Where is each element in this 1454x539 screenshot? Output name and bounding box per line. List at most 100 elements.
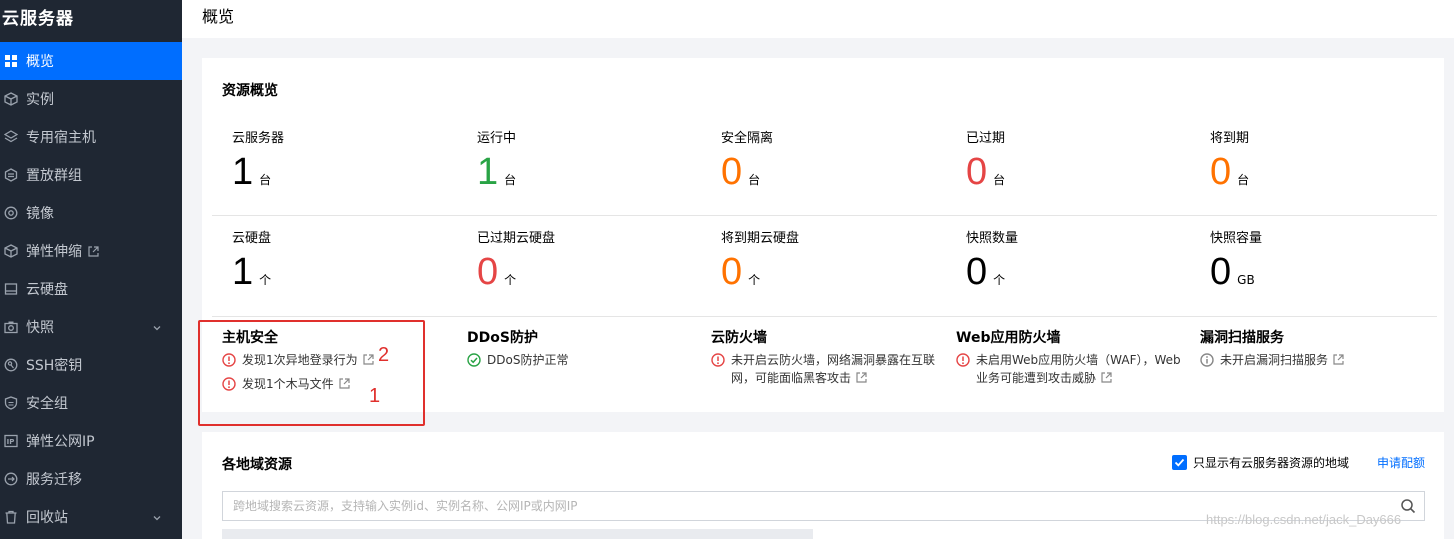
external-link-icon[interactable] xyxy=(1333,352,1344,365)
stat-snapshot-count[interactable]: 快照数量 0个 xyxy=(966,227,1206,294)
ddos-status: DDoS防护正常 xyxy=(467,351,702,369)
external-link-icon[interactable] xyxy=(363,352,374,365)
regions-title: 各地域资源 xyxy=(222,457,292,473)
sidebar-item-auto-scaling[interactable]: 弹性伸缩 xyxy=(0,232,182,270)
stat-unit: 个 xyxy=(259,273,272,287)
sidebar-item-security-groups[interactable]: 安全组 xyxy=(0,384,182,422)
checkbox-label: 只显示有云服务器资源的地域 xyxy=(1193,456,1350,470)
sidebar-item-instances[interactable]: 实例 xyxy=(0,80,182,118)
search-icon[interactable] xyxy=(1400,498,1416,514)
sidebar-item-cloud-disk[interactable]: 云硬盘 xyxy=(0,270,182,308)
stat-running[interactable]: 运行中 1台 xyxy=(477,127,717,194)
stat-snapshot-capacity[interactable]: 快照容量 0 GB xyxy=(1210,227,1450,294)
ip-icon: IP xyxy=(3,433,19,449)
stat-value: 0 xyxy=(721,151,743,193)
stat-disk-expiring[interactable]: 将到期云硬盘 0个 xyxy=(721,227,961,294)
info-icon xyxy=(1200,353,1214,367)
stat-disk-total[interactable]: 云硬盘 1个 xyxy=(232,227,472,294)
external-link-icon[interactable] xyxy=(339,376,350,389)
stat-expiring[interactable]: 将到期 0台 xyxy=(1210,127,1450,194)
migrate-icon xyxy=(3,471,19,487)
watermark: https://blog.csdn.net/jack_Day666 xyxy=(1206,512,1402,527)
sidebar-item-label: SSH密钥 xyxy=(26,358,83,374)
stat-unit: 台 xyxy=(259,173,272,187)
stat-expired[interactable]: 已过期 0台 xyxy=(966,127,1206,194)
host-security-remote-login[interactable]: 发现1次异地登录行为 xyxy=(222,351,457,369)
stat-value: 0 xyxy=(721,251,743,293)
stat-unit: 个 xyxy=(504,273,517,287)
annotation-mark-2: 2 xyxy=(378,344,390,366)
external-link-icon[interactable] xyxy=(856,370,867,383)
host-security-section: 主机安全 发现1次异地登录行为 发现1个木马文件 xyxy=(222,327,457,393)
firewall-status[interactable]: 未开启云防火墙，网络漏洞暴露在互联网，可能面临黑客攻击 xyxy=(711,351,946,387)
sidebar: 云服务器 概览 实例 专用宿主机 置放群组 镜像 弹性伸缩 云硬盘 快照 SSH… xyxy=(0,0,182,539)
grid-icon xyxy=(3,53,19,69)
sidebar-item-placement-group[interactable]: 置放群组 xyxy=(0,156,182,194)
sidebar-item-overview[interactable]: 概览 xyxy=(0,42,182,80)
external-link-icon xyxy=(88,245,99,257)
stat-value: 0 xyxy=(1210,251,1232,293)
stat-unit: 个 xyxy=(748,273,761,287)
ddos-section: DDoS防护 DDoS防护正常 xyxy=(467,327,702,369)
disc-icon xyxy=(3,205,19,221)
sidebar-item-recycle-bin[interactable]: 回收站 xyxy=(0,498,182,536)
sidebar-item-snapshots[interactable]: 快照 xyxy=(0,308,182,346)
stat-unit: 台 xyxy=(993,173,1006,187)
stat-value: 0 xyxy=(1210,151,1232,193)
sidebar-item-images[interactable]: 镜像 xyxy=(0,194,182,232)
warning-icon xyxy=(222,377,236,391)
waf-section: Web应用防火墙 未启用Web应用防火墙（WAF），Web业务可能遭到攻击威胁 xyxy=(956,327,1191,387)
sidebar-nav: 概览 实例 专用宿主机 置放群组 镜像 弹性伸缩 云硬盘 快照 SSH密钥 安全… xyxy=(0,42,182,536)
sidebar-item-migration[interactable]: 服务迁移 xyxy=(0,460,182,498)
divider xyxy=(212,215,1437,216)
stat-unit: 个 xyxy=(993,273,1006,287)
stat-label: 安全隔离 xyxy=(721,131,774,146)
page-title: 概览 xyxy=(202,7,235,26)
stat-isolated[interactable]: 安全隔离 0台 xyxy=(721,127,961,194)
page-header: 概览 xyxy=(182,0,1454,38)
camera-icon xyxy=(3,319,19,335)
sidebar-item-label: 服务迁移 xyxy=(26,472,82,488)
checkbox-checked-icon[interactable] xyxy=(1172,455,1187,470)
only-with-resources-toggle[interactable]: 只显示有云服务器资源的地域 xyxy=(1172,454,1349,471)
sidebar-item-label: 弹性伸缩 xyxy=(26,244,82,260)
region-table-header xyxy=(222,529,813,539)
stat-value: 0 xyxy=(477,251,499,293)
stat-cvm-total[interactable]: 云服务器 1台 xyxy=(232,127,472,194)
stat-value: 1 xyxy=(232,151,254,193)
stat-label: 快照容量 xyxy=(1210,231,1263,246)
sidebar-item-label: 镜像 xyxy=(26,206,54,222)
vuln-scan-section: 漏洞扫描服务 未开启漏洞扫描服务 xyxy=(1200,327,1435,369)
sidebar-item-dedicated-host[interactable]: 专用宿主机 xyxy=(0,118,182,156)
external-link-icon[interactable] xyxy=(1101,370,1112,383)
sidebar-item-label: 专用宿主机 xyxy=(26,130,96,146)
stat-unit: 台 xyxy=(504,173,517,187)
key-icon xyxy=(3,357,19,373)
layers-icon xyxy=(3,129,19,145)
waf-line1: 未启用Web应用防火墙（WAF），Web业务可能遭到攻击威胁 xyxy=(976,353,1181,385)
disk-icon xyxy=(3,281,19,297)
waf-status[interactable]: 未启用Web应用防火墙（WAF），Web业务可能遭到攻击威胁 xyxy=(956,351,1191,387)
firewall-line1: 未开启云防火墙，网络漏洞暴露在互联网，可能面临黑客攻击 xyxy=(731,353,936,385)
sidebar-item-label: 云硬盘 xyxy=(26,282,68,298)
stat-value: 1 xyxy=(232,251,254,293)
host-security-trojan[interactable]: 发现1个木马文件 xyxy=(222,375,457,393)
stat-unit: GB xyxy=(1237,273,1255,287)
vuln-scan-line1: 未开启漏洞扫描服务 xyxy=(1220,353,1329,367)
chevron-down-icon xyxy=(152,321,162,331)
apply-quota-link[interactable]: 申请配额 xyxy=(1377,454,1425,471)
ddos-title: DDoS防护 xyxy=(467,330,538,346)
stat-disk-expired[interactable]: 已过期云硬盘 0个 xyxy=(477,227,717,294)
svg-text:IP: IP xyxy=(7,438,15,446)
sidebar-item-elastic-ip[interactable]: IP 弹性公网IP xyxy=(0,422,182,460)
sidebar-item-ssh-keys[interactable]: SSH密钥 xyxy=(0,346,182,384)
host-security-title: 主机安全 xyxy=(222,330,278,346)
check-circle-icon xyxy=(467,353,481,367)
stat-label: 云服务器 xyxy=(232,131,285,146)
stat-label: 快照数量 xyxy=(966,231,1019,246)
stat-value: 0 xyxy=(966,251,988,293)
annotation-mark-1: 1 xyxy=(369,385,381,407)
waf-title: Web应用防火墙 xyxy=(956,330,1061,346)
host-security-line1: 发现1次异地登录行为 xyxy=(242,353,358,367)
vuln-scan-status[interactable]: 未开启漏洞扫描服务 xyxy=(1200,351,1435,369)
